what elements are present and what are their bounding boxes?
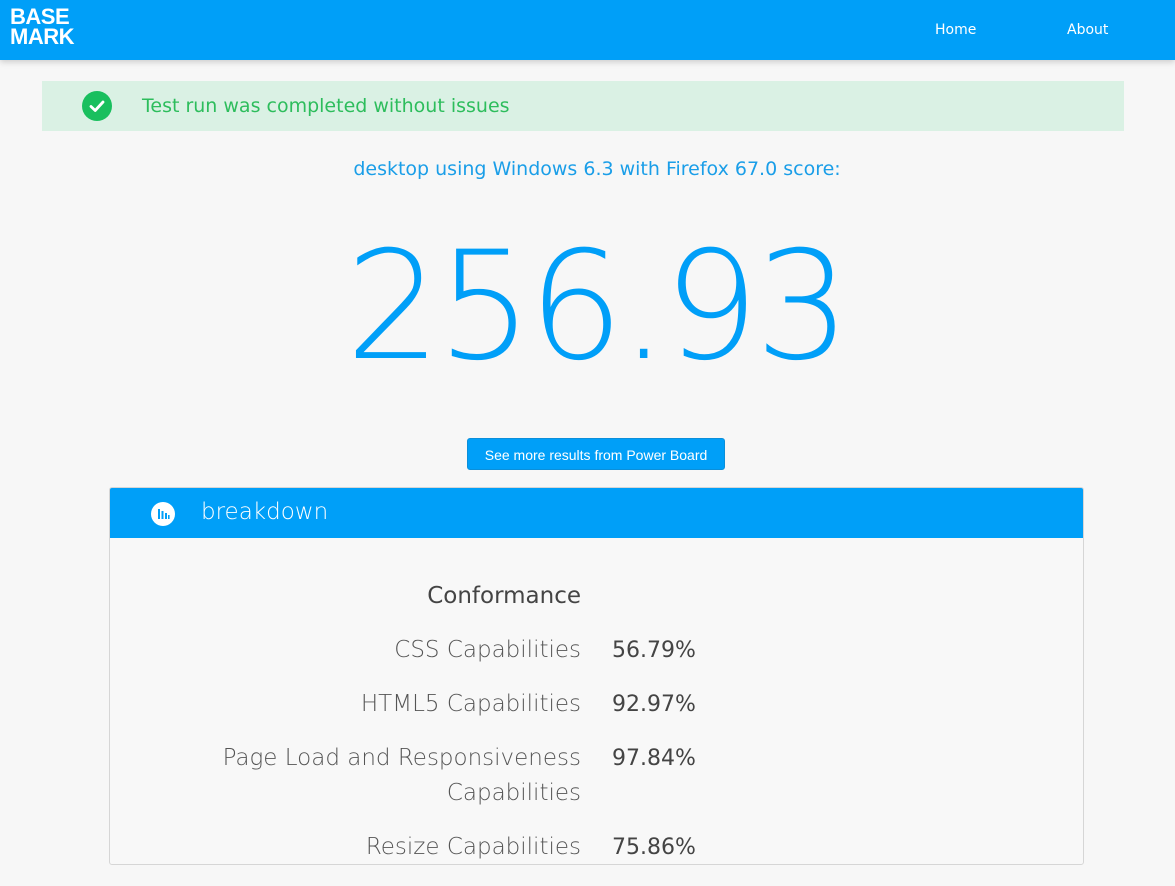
row-label-page-load-line1: Page Load and Responsiveness xyxy=(222,745,581,771)
success-alert: Test run was completed without issues xyxy=(42,81,1124,131)
check-circle-icon xyxy=(82,91,112,121)
basemark-logo[interactable]: BASE MARK xyxy=(10,6,75,49)
row-label-html5: HTML5 Capabilities xyxy=(360,691,581,717)
total-score: 256.93 xyxy=(345,220,851,394)
breakdown-header: breakdown xyxy=(110,488,1083,538)
row-value-page-load: 97.84% xyxy=(612,746,696,771)
breakdown-panel: breakdown Conformance CSS Capabilities 5… xyxy=(109,487,1084,865)
row-value-resize: 75.86% xyxy=(612,835,696,860)
top-navbar: BASE MARK Home About xyxy=(0,0,1175,60)
section-label-conformance: Conformance xyxy=(427,583,581,609)
row-label-css: CSS Capabilities xyxy=(394,637,581,663)
nav-home-link[interactable]: Home xyxy=(935,22,976,38)
row-label-resize: Resize Capabilities xyxy=(365,834,581,860)
row-value-html5: 92.97% xyxy=(612,692,696,717)
row-value-css: 56.79% xyxy=(612,638,696,663)
power-board-button[interactable]: See more results from Power Board xyxy=(467,438,725,470)
score-subtitle: desktop using Windows 6.3 with Firefox 6… xyxy=(353,158,841,180)
logo-line-2: MARK xyxy=(10,24,75,49)
breakdown-title: breakdown xyxy=(201,499,329,525)
bar-chart-icon xyxy=(151,502,175,526)
alert-message: Test run was completed without issues xyxy=(142,95,510,117)
nav-about-link[interactable]: About xyxy=(1067,22,1108,38)
row-label-page-load-line2: Capabilities xyxy=(446,780,581,806)
